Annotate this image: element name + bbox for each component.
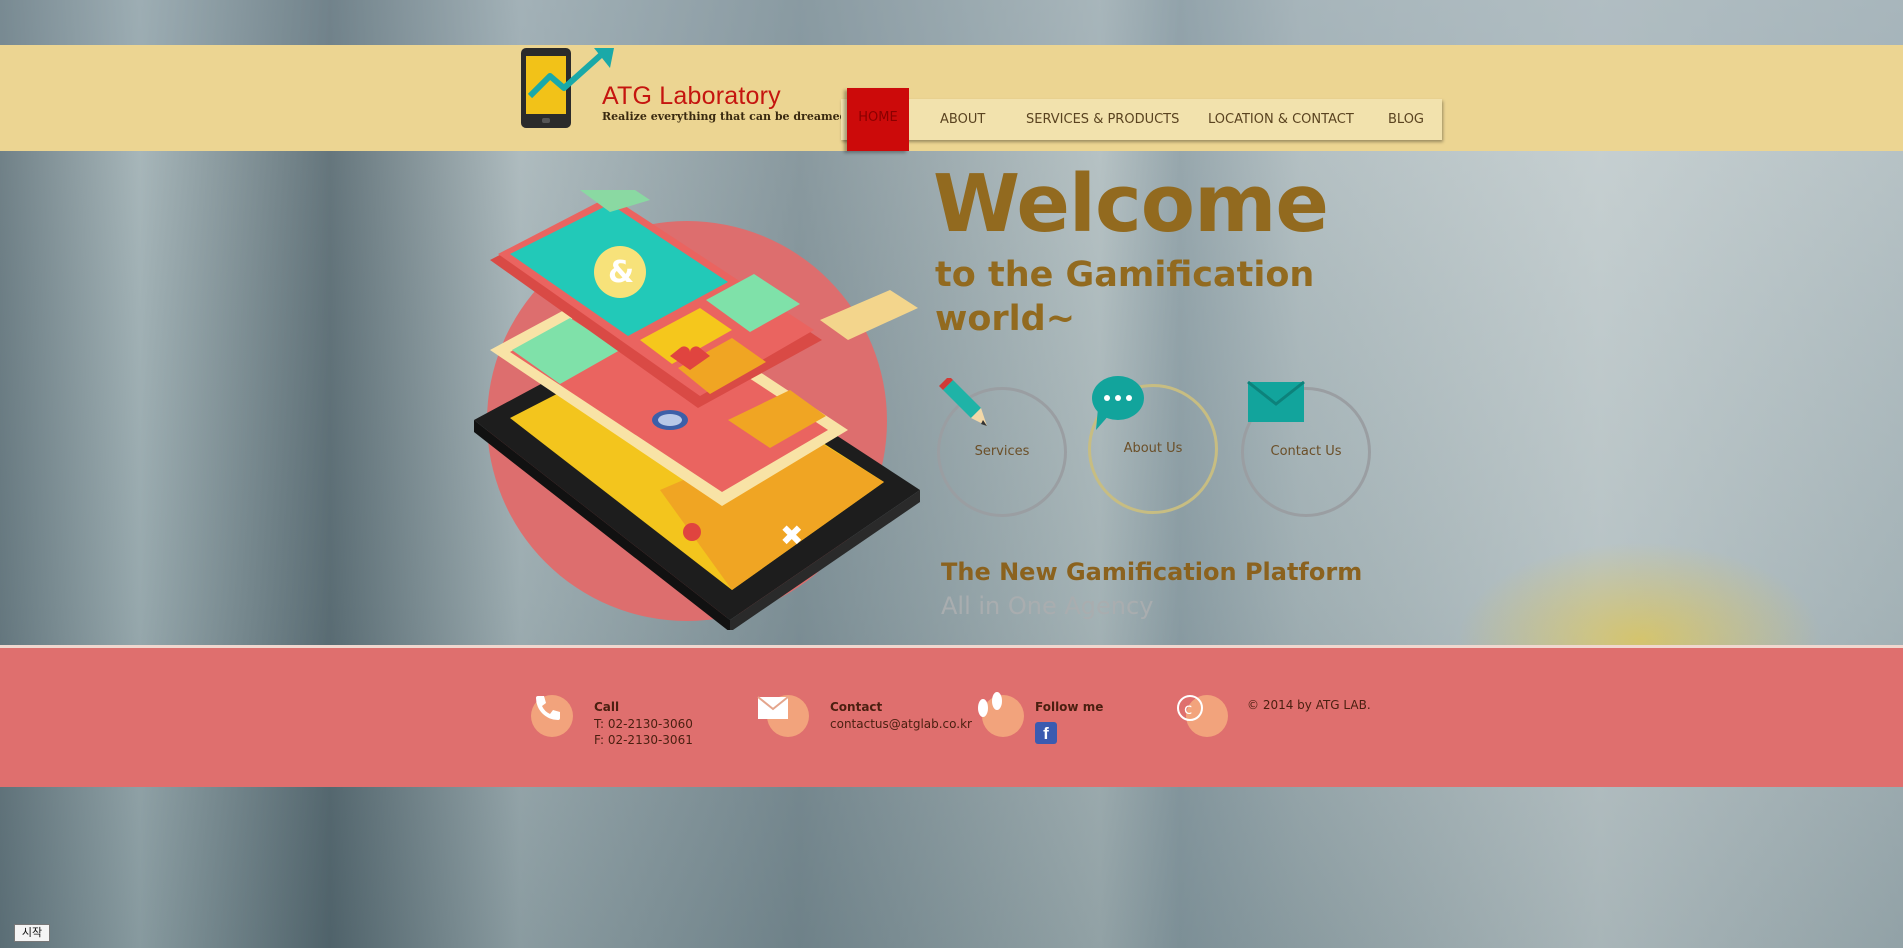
- nav-services-products[interactable]: SERVICES & PRODUCTS: [1026, 99, 1179, 140]
- phone-icon: [536, 696, 560, 720]
- welcome-subtitle: to the Gamification world~: [935, 255, 1315, 339]
- nav-home-label: HOME: [858, 110, 898, 125]
- platform-heading: The New Gamification Platform: [941, 558, 1363, 586]
- tablet-illustration: & ✖: [474, 190, 920, 630]
- copyright-text: © 2014 by ATG LAB.: [1247, 698, 1371, 712]
- follow-title: Follow me: [1035, 700, 1104, 714]
- welcome-heading: Welcome: [933, 158, 1329, 250]
- speech-bubble-icon: [1092, 376, 1144, 430]
- svg-text:✖: ✖: [780, 519, 803, 552]
- nav-blog[interactable]: BLOG: [1388, 99, 1424, 140]
- main-nav: ABOUT SERVICES & PRODUCTS LOCATION & CON…: [841, 99, 1442, 140]
- envelope-icon: [1247, 380, 1305, 422]
- call-fax: F: 02-2130-3061: [594, 733, 693, 747]
- call-title: Call: [594, 700, 620, 714]
- nav-home[interactable]: HOME: [847, 88, 909, 151]
- nav-about[interactable]: ABOUT: [940, 99, 985, 140]
- logo-phone-button: [542, 118, 550, 123]
- call-tel: T: 02-2130-3060: [594, 717, 693, 731]
- nav-location-contact[interactable]: LOCATION & CONTACT: [1208, 99, 1354, 140]
- svg-text:c: c: [1184, 700, 1192, 718]
- facebook-icon[interactable]: f: [1035, 722, 1057, 744]
- brand-name[interactable]: ATG Laboratory: [602, 82, 781, 111]
- contact-title: Contact: [830, 700, 883, 714]
- about-us-label[interactable]: About Us: [1088, 441, 1218, 456]
- pencil-icon: [939, 378, 987, 426]
- services-label[interactable]: Services: [937, 444, 1067, 459]
- brand-tagline: Realize everything that can be dreamed: [602, 110, 848, 123]
- platform-subheading: All in One Agency: [941, 592, 1154, 620]
- svg-text:&: &: [608, 255, 634, 290]
- background-top-strip: [0, 0, 1903, 45]
- copyright-icon: c: [1177, 695, 1203, 721]
- footprints-icon: [978, 692, 1002, 717]
- contact-email[interactable]: contactus@atglab.co.kr: [830, 716, 972, 732]
- contact-us-label[interactable]: Contact Us: [1241, 444, 1371, 459]
- start-button[interactable]: 시작: [14, 924, 50, 942]
- mail-icon: [757, 696, 789, 719]
